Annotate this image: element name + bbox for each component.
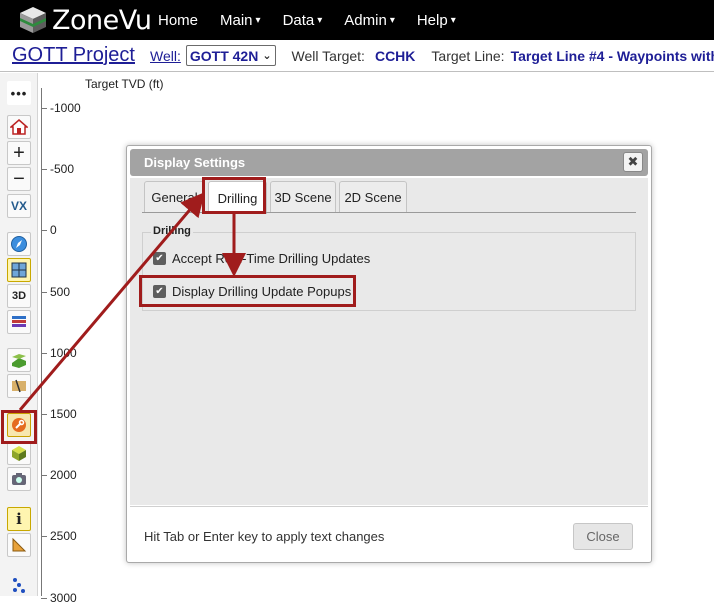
top-navigation-bar: ZoneVu Home Main ▾ Data ▾ Admin ▾ Help ▾ [0,0,714,40]
home-icon[interactable] [7,115,31,139]
chevron-down-icon: ▾ [317,14,323,26]
axis-tick [41,108,47,109]
axis-tick [41,475,47,476]
accept-realtime-updates-label: Accept Real-Time Drilling Updates [172,251,371,266]
dialog-body: General Drilling 3D Scene 2D Scene Drill… [130,178,648,505]
axis-tick-label: -500 [50,162,75,176]
axis-tick [41,353,47,354]
tab-general-label: General [151,190,198,205]
faults-icon[interactable] [7,374,31,398]
axis-tick-label: 500 [50,285,71,299]
nav-admin-label: Admin [344,11,387,29]
axis-tick-label: 0 [50,223,57,237]
logo-text: ZoneVu [52,4,152,36]
dialog-title: Display Settings [144,155,246,170]
well-link[interactable]: Well: [150,48,181,64]
ruler-icon[interactable] [7,533,31,557]
surface-icon[interactable] [7,348,31,372]
axis-line [41,88,42,596]
highlight-popups-option [139,275,356,307]
well-select-value: GOTT 42N [189,47,259,64]
close-icon[interactable]: ✖ [623,152,643,172]
accept-realtime-updates-option[interactable]: ✔ Accept Real-Time Drilling Updates [153,251,370,266]
tab-general[interactable]: General [144,181,205,213]
nav-data-label: Data [282,11,315,29]
camera-icon[interactable] [7,467,31,491]
axis-tick [41,536,47,537]
axis-tick-label: 2500 [50,529,77,543]
axis-tick [41,598,47,599]
tab-3d-scene[interactable]: 3D Scene [270,181,336,213]
axis-tick-label: 1500 [50,407,77,421]
chevron-down-icon: ▾ [389,14,395,26]
nav-admin[interactable]: Admin ▾ [344,12,395,29]
project-name-link[interactable]: GOTT Project [12,44,135,67]
well-select[interactable]: GOTT 42N ⌄ [185,45,276,66]
nav-data[interactable]: Data ▾ [283,12,323,29]
logo-cube-icon [20,7,46,33]
dialog-title-bar[interactable]: Display Settings ✖ [130,149,648,176]
axis-tick-label: 3000 [50,591,77,605]
nav-help-label: Help [416,11,448,29]
grid-icon[interactable] [7,258,31,282]
target-line-label: Target Line: [431,47,505,64]
dialog-footer: Hit Tab or Enter key to apply text chang… [130,506,648,560]
compass-icon[interactable] [7,232,31,256]
tab-3d-scene-label: 3D Scene [274,190,332,205]
tab-2d-scene[interactable]: 2D Scene [339,181,407,213]
apply-hint-text: Hit Tab or Enter key to apply text chang… [144,529,385,544]
3d-icon[interactable]: 3D [7,284,31,308]
info-icon[interactable]: i [7,507,31,531]
more-icon[interactable]: ••• [7,81,31,105]
highlight-drilling-tab [202,177,266,214]
chevron-down-icon: ▾ [450,14,456,26]
axis-tick [41,169,47,170]
chevron-down-icon: ⌄ [262,50,272,62]
nav-help[interactable]: Help ▾ [417,12,456,29]
well-target-value: CCHK [374,47,416,64]
nav-main[interactable]: Main ▾ [220,12,261,29]
project-bar: GOTT Project Well: GOTT 42N ⌄ Well Targe… [0,40,714,72]
close-button[interactable]: Close [573,523,633,550]
well-target-label: Well Target: [291,47,365,64]
checkbox-checked-icon[interactable]: ✔ [153,252,166,265]
target-line-value[interactable]: Target Line #4 - Waypoints with [511,48,714,64]
axis-tick-label: 2000 [50,468,77,482]
dots-icon[interactable] [7,573,31,597]
left-toolbar: ••• + − VX 3D i [0,73,38,596]
axis-tick-label: 1000 [50,346,77,360]
nav-home[interactable]: Home [158,12,198,29]
drilling-group-legend: Drilling [151,225,193,237]
zonevu-logo[interactable]: ZoneVu [18,5,158,36]
zoom-in-icon[interactable]: + [7,141,31,165]
tab-2d-scene-label: 2D Scene [344,190,402,205]
zoom-out-icon[interactable]: − [7,167,31,191]
axis-tick-label: -1000 [50,101,81,115]
axis-tick [41,230,47,231]
nav-home-label: Home [158,11,199,29]
axis-tick [41,292,47,293]
vx-icon[interactable]: VX [7,194,31,218]
highlight-settings-tool [1,410,37,444]
axis-tick [41,414,47,415]
axis-title: Target TVD (ft) [85,77,164,91]
nav-main-label: Main [220,11,253,29]
cube-icon[interactable] [7,441,31,465]
chevron-down-icon: ▾ [255,14,261,26]
layers-icon[interactable] [7,310,31,334]
